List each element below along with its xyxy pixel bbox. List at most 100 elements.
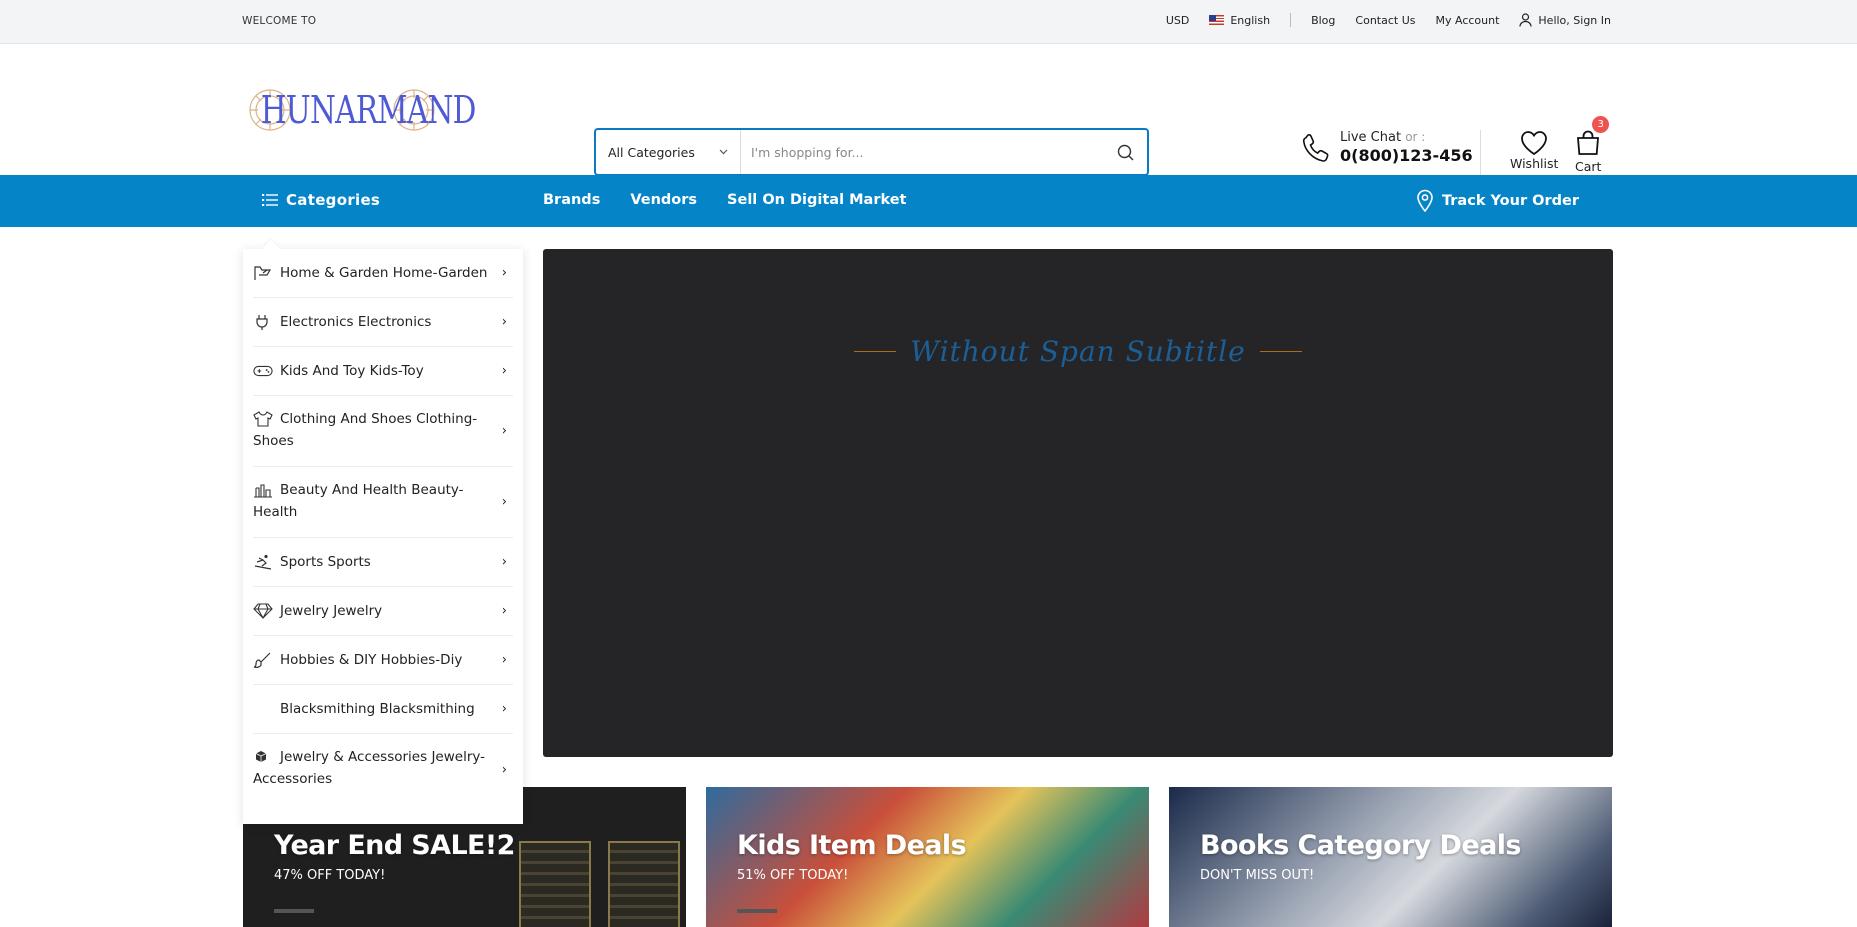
- search-category-select[interactable]: All Categories: [596, 130, 741, 174]
- phone-icon: [1302, 134, 1329, 162]
- chevron-right-icon: ›: [501, 265, 507, 281]
- cart-button[interactable]: 3 Cart: [1575, 116, 1610, 174]
- category-label: Hobbies & DIY Hobbies-Diy: [280, 652, 463, 668]
- category-item[interactable]: Hobbies & DIY Hobbies-Diy ›: [253, 636, 513, 685]
- category-label: Jewelry & Accessories Jewelry-Accessorie…: [253, 749, 485, 787]
- my-account-link[interactable]: My Account: [1435, 14, 1499, 27]
- header: HUNARMAND All Categories Live Chat or : …: [0, 44, 1857, 176]
- category-label: Home & Garden Home-Garden: [280, 265, 488, 281]
- gamepad-icon: [253, 363, 273, 379]
- live-chat-label[interactable]: Live Chat: [1340, 130, 1401, 145]
- top-bar: WELCOME TO USD English Blog Contact Us M…: [0, 0, 1857, 44]
- top-bar-links: USD English Blog Contact Us My Account H…: [1166, 13, 1611, 27]
- promo-underline: [737, 909, 777, 913]
- hero-banner[interactable]: Without Span Subtitle: [543, 249, 1613, 757]
- search-icon: [1117, 144, 1133, 160]
- track-order-link[interactable]: Track Your Order: [1416, 189, 1579, 212]
- wishlist-button[interactable]: Wishlist: [1510, 130, 1558, 171]
- category-item[interactable]: Clothing And Shoes Clothing-Shoes ›: [253, 396, 513, 467]
- home-garden-icon: [253, 265, 273, 281]
- promo-subtitle: 51% OFF TODAY!: [737, 868, 849, 883]
- chevron-right-icon: ›: [501, 423, 507, 439]
- promo-subtitle: DON'T MISS OUT!: [1200, 868, 1315, 883]
- subtitle-line-left: [854, 351, 897, 352]
- logo-text: HUNARMAND: [260, 88, 477, 132]
- chevron-right-icon: ›: [501, 494, 507, 510]
- category-label: Blacksmithing Blacksmithing: [280, 701, 475, 717]
- category-label: Electronics Electronics: [280, 314, 432, 330]
- category-item[interactable]: Jewelry & Accessories Jewelry-Accessorie…: [253, 734, 513, 805]
- divider: [1290, 13, 1292, 27]
- subtitle-line-right: [1259, 351, 1302, 352]
- promo-image-figure: [608, 841, 680, 927]
- chevron-right-icon: ›: [501, 314, 507, 330]
- search-category-label: All Categories: [608, 144, 695, 160]
- category-menu: Home & Garden Home-Garden › Electronics …: [243, 249, 523, 824]
- track-order-label: Track Your Order: [1441, 192, 1579, 209]
- banner-subtitle-row: Without Span Subtitle: [543, 335, 1613, 368]
- language-label: English: [1230, 13, 1271, 27]
- header-divider: [1480, 130, 1481, 176]
- category-item[interactable]: Electronics Electronics ›: [253, 298, 513, 347]
- cart-count-badge: 3: [1592, 116, 1610, 133]
- or-label: or :: [1405, 130, 1426, 144]
- chevron-right-icon: ›: [501, 762, 507, 777]
- tshirt-icon: [253, 411, 273, 427]
- welcome-text: WELCOME TO: [242, 15, 317, 27]
- categories-label: Categories: [286, 191, 381, 209]
- promo-tile[interactable]: Books Category Deals DON'T MISS OUT!: [1169, 787, 1612, 927]
- chevron-right-icon: ›: [501, 363, 507, 379]
- chevron-down-icon: [719, 149, 728, 155]
- banner-subtitle: Without Span Subtitle: [910, 335, 1246, 368]
- phone-number[interactable]: 0(800)123-456: [1340, 146, 1473, 166]
- category-item[interactable]: Home & Garden Home-Garden ›: [253, 249, 513, 298]
- chevron-right-icon: ›: [501, 701, 507, 717]
- sign-in-label: Hello, Sign In: [1538, 13, 1611, 27]
- search-bar: All Categories: [594, 128, 1149, 176]
- category-label: Kids And Toy Kids-Toy: [280, 363, 424, 379]
- location-pin-icon: [1417, 189, 1433, 212]
- plug-icon: [253, 314, 273, 330]
- search-input[interactable]: [741, 144, 1103, 160]
- logo[interactable]: HUNARMAND: [242, 82, 476, 138]
- nav-link-brands[interactable]: Brands: [543, 192, 600, 208]
- promo-image-figure: [519, 841, 591, 927]
- list-icon: [262, 194, 278, 206]
- main-nav: Categories Brands Vendors Sell On Digita…: [0, 175, 1857, 227]
- promo-underline: [274, 909, 314, 913]
- category-item[interactable]: Jewelry Jewelry ›: [253, 587, 513, 636]
- wishlist-label: Wishlist: [1510, 156, 1559, 171]
- contact-info: Live Chat or : 0(800)123-456: [1302, 130, 1473, 166]
- shopping-bag-icon: [1577, 130, 1600, 155]
- contact-us-link[interactable]: Contact Us: [1355, 14, 1415, 27]
- us-flag-icon: [1209, 15, 1225, 25]
- currency-selector[interactable]: USD: [1166, 14, 1190, 27]
- category-label: Beauty And Health Beauty-Health: [253, 482, 464, 520]
- nav-link-vendors[interactable]: Vendors: [630, 192, 697, 208]
- ski-icon: [253, 554, 273, 570]
- categories-button[interactable]: Categories: [262, 191, 380, 209]
- category-item[interactable]: Kids And Toy Kids-Toy ›: [253, 347, 513, 396]
- category-item[interactable]: Beauty And Health Beauty-Health ›: [253, 467, 513, 538]
- category-label: Sports Sports: [280, 554, 371, 570]
- diamond-icon: [253, 603, 273, 619]
- language-selector[interactable]: English: [1209, 14, 1270, 27]
- sign-in-link[interactable]: Hello, Sign In: [1519, 13, 1611, 27]
- nav-links: Brands Vendors Sell On Digital Market: [543, 192, 906, 208]
- search-button[interactable]: [1103, 130, 1147, 174]
- cart-label: Cart: [1575, 159, 1602, 174]
- blank-icon: [253, 701, 273, 717]
- category-item[interactable]: Sports Sports ›: [253, 538, 513, 587]
- category-label: Jewelry Jewelry: [280, 603, 383, 619]
- chevron-right-icon: ›: [501, 603, 507, 619]
- user-icon: [1519, 13, 1533, 27]
- brush-icon: [253, 652, 273, 668]
- promo-tile[interactable]: Kids Item Deals 51% OFF TODAY!: [706, 787, 1149, 927]
- promo-title: Year End SALE!2: [274, 830, 515, 861]
- beauty-icon: [253, 482, 273, 498]
- category-label: Clothing And Shoes Clothing-Shoes: [253, 411, 478, 449]
- promo-subtitle: 47% OFF TODAY!: [274, 868, 386, 883]
- nav-link-sell[interactable]: Sell On Digital Market: [727, 192, 906, 208]
- blog-link[interactable]: Blog: [1311, 14, 1335, 27]
- category-item[interactable]: Blacksmithing Blacksmithing ›: [253, 685, 513, 734]
